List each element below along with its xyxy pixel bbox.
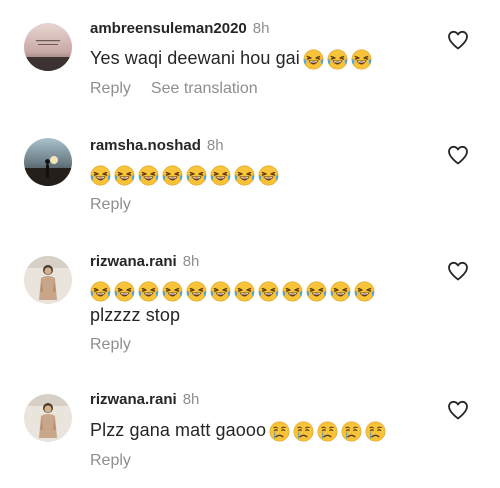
laughing-tears-emoji-icon (258, 281, 279, 302)
laughing-tears-emoji-icon (90, 165, 111, 186)
laughing-tears-emoji-icon (282, 281, 303, 302)
laughing-tears-emoji-icon (114, 165, 135, 186)
comment-text: plzzzz stop (90, 305, 181, 325)
crying-emoji-icon (269, 421, 290, 442)
emoji-group (90, 165, 282, 186)
comment-text: Yes waqi deewani hou gai (90, 48, 300, 68)
laughing-tears-emoji-icon (114, 281, 135, 302)
comment-text: Plzz gana matt gaooo (90, 420, 267, 440)
avatar[interactable] (24, 138, 72, 186)
heart-outline-icon[interactable] (446, 259, 470, 283)
comment-time: 8h (206, 137, 224, 154)
reply-button[interactable]: Reply (90, 336, 131, 353)
crying-emoji-icon (341, 421, 362, 442)
emoji-group (269, 420, 389, 442)
laughing-tears-emoji-icon (354, 281, 375, 302)
laughing-tears-emoji-icon (138, 281, 159, 302)
comment-username[interactable]: rizwana.rani (90, 391, 177, 408)
laughing-tears-emoji-icon (210, 281, 231, 302)
laughing-tears-emoji-icon (210, 165, 231, 186)
comment-text-line: Plzz gana matt gaooo (90, 420, 389, 442)
laughing-tears-emoji-icon (186, 165, 207, 186)
comment-username[interactable]: ramsha.noshad (90, 137, 201, 154)
laughing-tears-emoji-icon (258, 165, 279, 186)
laughing-tears-emoji-icon (138, 165, 159, 186)
heart-outline-icon[interactable] (446, 28, 470, 52)
laughing-tears-emoji-icon (234, 165, 255, 186)
laughing-tears-emoji-icon (306, 281, 327, 302)
heart-outline-icon[interactable] (446, 398, 470, 422)
laughing-tears-emoji-icon (234, 281, 255, 302)
reply-button[interactable]: Reply (90, 80, 131, 97)
laughing-tears-emoji-icon (186, 281, 207, 302)
laughing-tears-emoji-icon (351, 49, 372, 70)
see-translation-button[interactable]: See translation (151, 80, 258, 97)
avatar[interactable] (24, 23, 72, 71)
laughing-tears-emoji-icon (162, 165, 183, 186)
avatar[interactable] (24, 256, 72, 304)
comment-username[interactable]: rizwana.rani (90, 253, 177, 270)
comment-time: 8h (182, 391, 200, 408)
reply-button[interactable]: Reply (90, 452, 131, 469)
crying-emoji-icon (317, 421, 338, 442)
laughing-tears-emoji-icon (327, 49, 348, 70)
heart-outline-icon[interactable] (446, 143, 470, 167)
laughing-tears-emoji-icon (330, 281, 351, 302)
emoji-group (303, 48, 375, 70)
avatar[interactable] (24, 394, 72, 442)
comment-text-line: Yes waqi deewani hou gai (90, 48, 375, 70)
comment-time: 8h (182, 253, 200, 270)
laughing-tears-emoji-icon (162, 281, 183, 302)
comment-time: 8h (252, 20, 270, 37)
laughing-tears-emoji-icon (303, 49, 324, 70)
laughing-tears-emoji-icon (90, 281, 111, 302)
comment-username[interactable]: ambreensuleman2020 (90, 20, 247, 37)
crying-emoji-icon (365, 421, 386, 442)
emoji-group (90, 281, 378, 302)
crying-emoji-icon (293, 421, 314, 442)
reply-button[interactable]: Reply (90, 196, 131, 213)
